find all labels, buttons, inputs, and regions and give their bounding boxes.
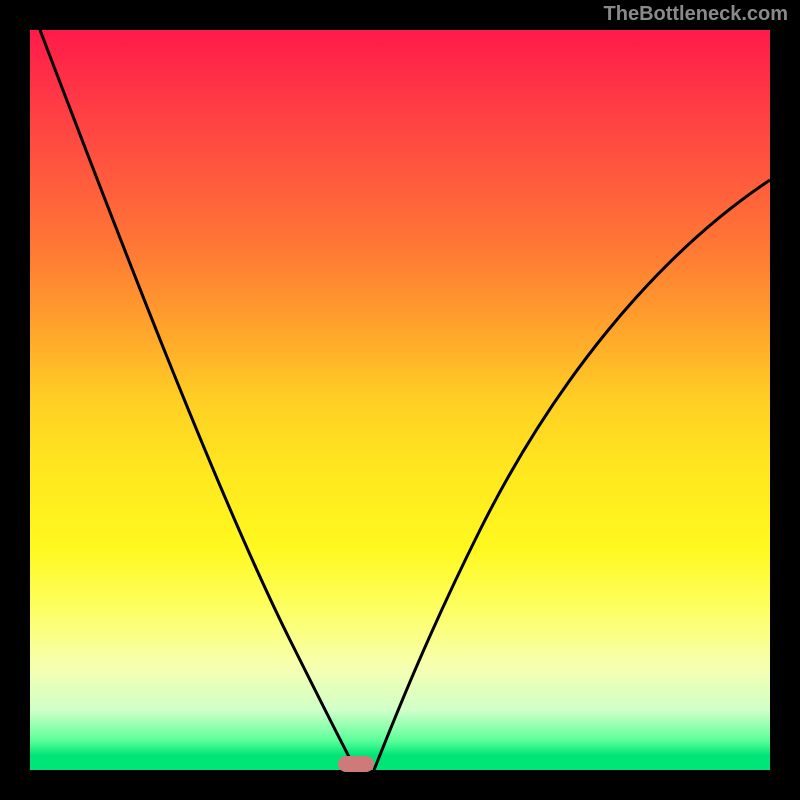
right-curve — [374, 180, 770, 770]
bottleneck-marker — [338, 756, 374, 772]
image-frame: TheBottleneck.com — [0, 0, 800, 800]
curve-overlay — [30, 30, 770, 770]
watermark-text: TheBottleneck.com — [604, 4, 788, 24]
left-curve — [40, 30, 356, 770]
